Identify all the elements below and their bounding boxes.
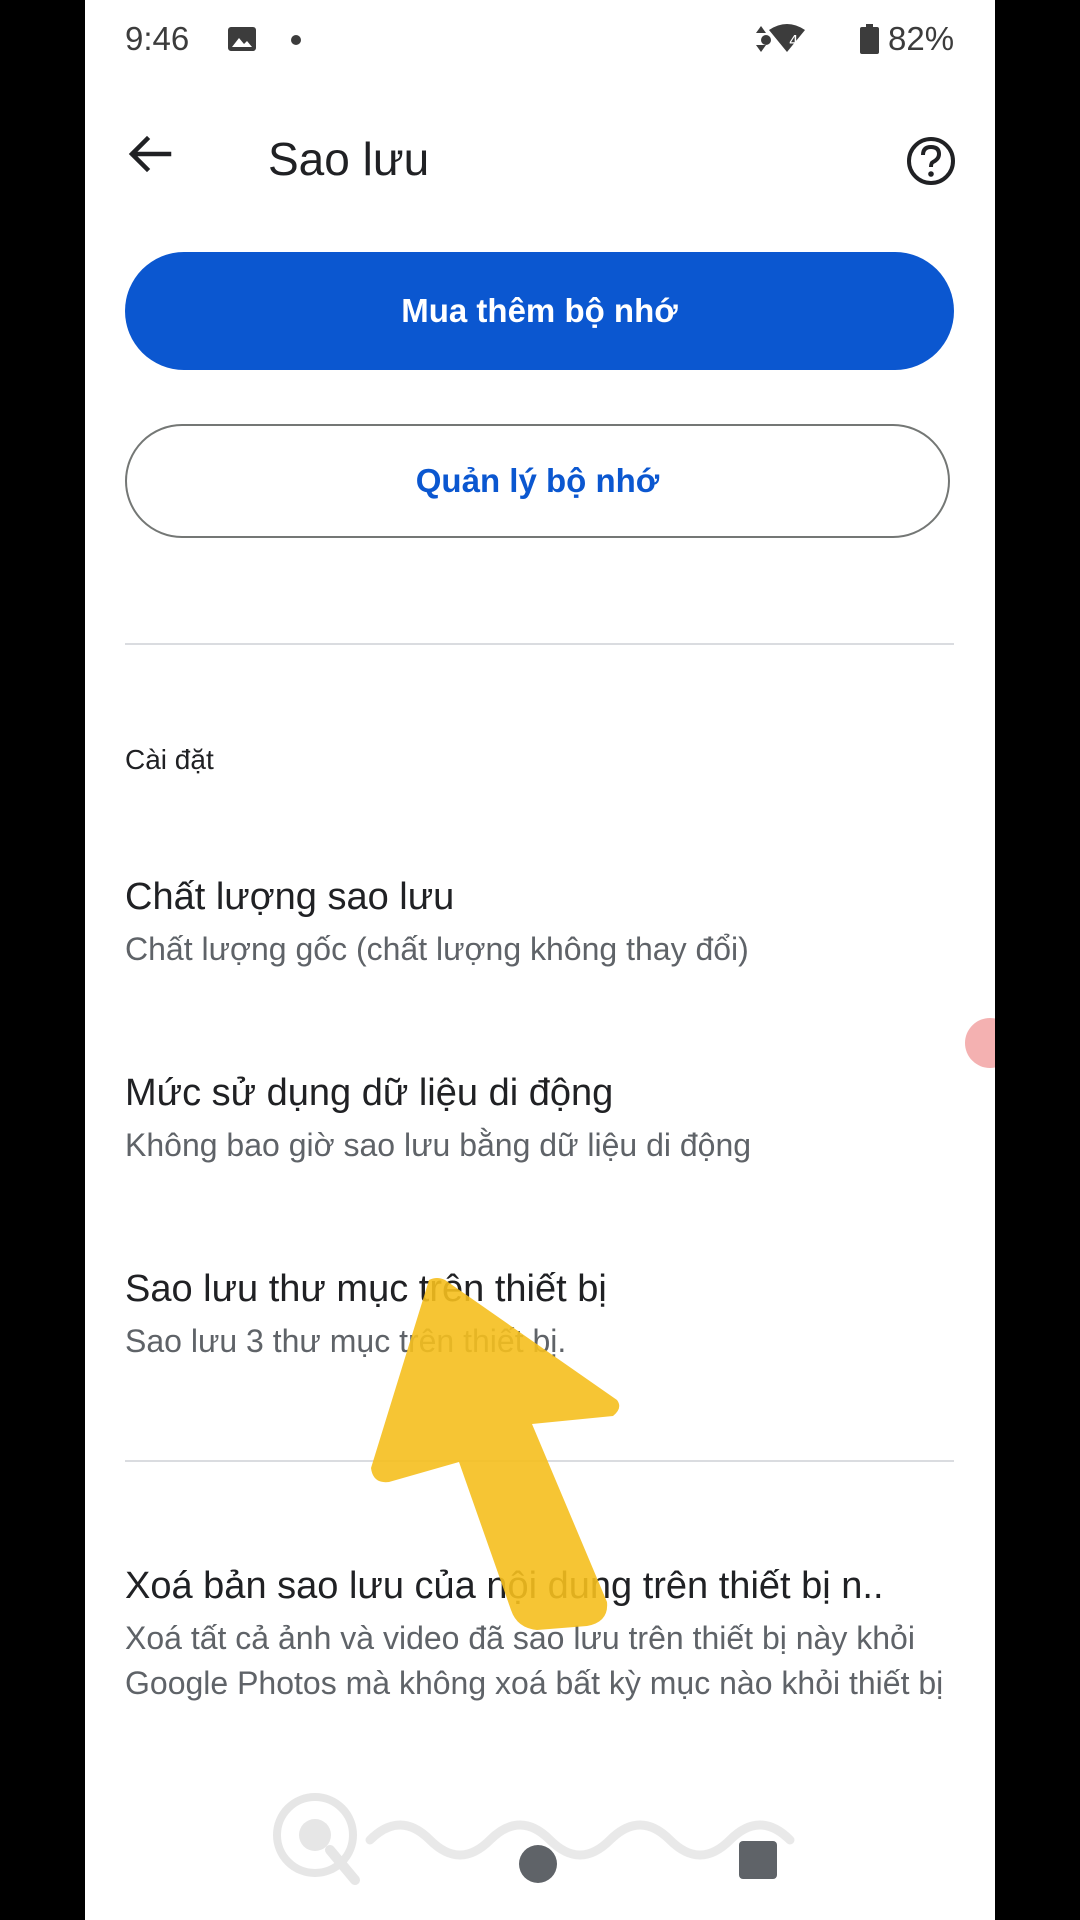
wifi-signal-icon: 4 <box>756 24 805 52</box>
list-item-title: Chất lượng sao lưu <box>125 876 455 918</box>
notification-dot-icon <box>291 35 301 45</box>
divider <box>125 643 954 645</box>
nav-home-button[interactable] <box>519 1845 557 1883</box>
list-item-title: Mức sử dụng dữ liệu di động <box>125 1072 614 1114</box>
battery-icon <box>860 24 879 54</box>
yellow-arrow-icon <box>371 1278 620 1630</box>
buy-storage-button[interactable]: Mua thêm bộ nhớ <box>125 252 954 370</box>
list-item-mobile-data[interactable]: Mức sử dụng dữ liệu di động Không bao gi… <box>125 1071 954 1168</box>
list-item-subtitle: Không bao giờ sao lưu bằng dữ liệu di độ… <box>125 1127 752 1163</box>
nav-recents-button[interactable] <box>739 1841 777 1879</box>
help-icon[interactable] <box>905 135 957 187</box>
status-time: 9:46 <box>125 20 190 57</box>
screen: 9:46 4 82% Sao lưu Mua thêm bộ nhớ Quản … <box>85 0 995 1920</box>
list-item-backup-quality[interactable]: Chất lượng sao lưu Chất lượng gốc (chất … <box>125 875 954 972</box>
touch-indicator <box>965 1018 995 1068</box>
image-notification-icon <box>228 27 256 51</box>
network-badge: 4 <box>789 32 799 50</box>
settings-header: Cài đặt <box>125 744 214 775</box>
battery-percent: 82% <box>888 20 955 57</box>
page-title: Sao lưu <box>268 133 430 185</box>
back-arrow-icon[interactable] <box>125 130 173 178</box>
status-bar: 9:46 4 82% <box>85 0 995 80</box>
manage-storage-button[interactable]: Quản lý bộ nhớ <box>125 424 950 538</box>
list-item-subtitle: Chất lượng gốc (chất lượng không thay đổ… <box>125 931 749 967</box>
